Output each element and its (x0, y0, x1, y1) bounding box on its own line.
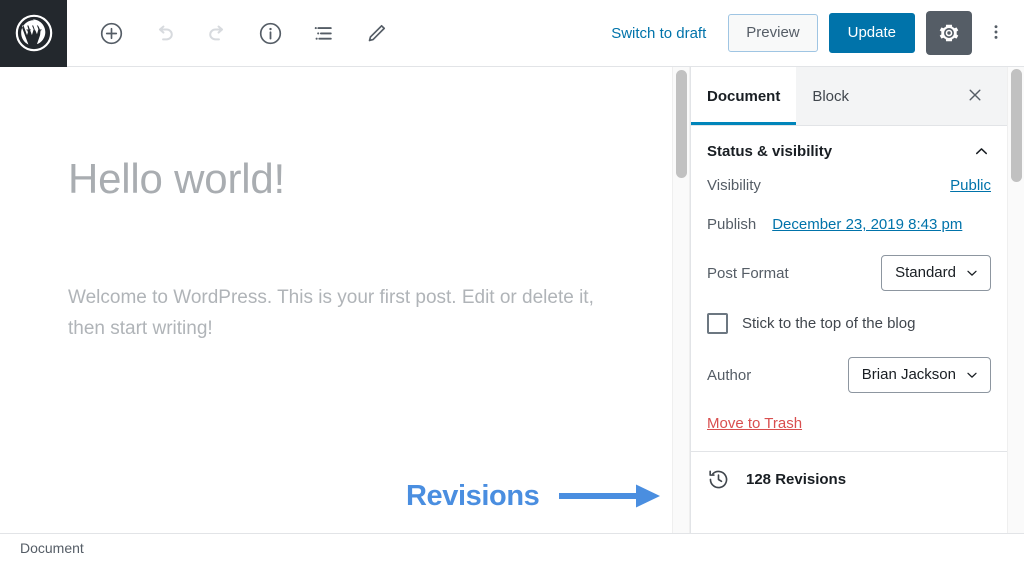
wordpress-block-editor: W Switch to draft Preview Update Hello w… (0, 0, 1024, 561)
post-format-value: Standard (895, 264, 956, 281)
revisions-row[interactable]: 128 Revisions (691, 452, 1007, 507)
editor-scrollbar-thumb[interactable] (676, 70, 687, 178)
header-actions: Switch to draft Preview Update (611, 11, 1024, 55)
redo-button[interactable] (199, 15, 235, 51)
switch-to-draft-button[interactable]: Switch to draft (611, 25, 706, 42)
sticky-post-label: Stick to the top of the blog (742, 315, 916, 332)
page-scrollbar[interactable] (1007, 67, 1024, 533)
panel-title: Status & visibility (707, 143, 833, 160)
close-sidebar-button[interactable] (955, 74, 995, 118)
author-select[interactable]: Brian Jackson (847, 357, 991, 393)
redo-icon (205, 21, 230, 46)
chevron-down-icon (964, 265, 980, 281)
editor-scrollbar[interactable] (672, 67, 690, 533)
tab-document[interactable]: Document (691, 67, 797, 125)
content-info-button[interactable] (252, 15, 288, 51)
editor-canvas[interactable]: Hello world! Welcome to WordPress. This … (0, 67, 672, 533)
visibility-label: Visibility (707, 177, 761, 194)
ellipsis-vertical-icon (986, 22, 1006, 45)
chevron-up-icon[interactable] (972, 142, 991, 161)
plus-circle-icon (99, 21, 124, 46)
tab-block[interactable]: Block (796, 67, 865, 125)
breadcrumb[interactable]: Document (20, 540, 84, 556)
update-button[interactable]: Update (828, 13, 915, 53)
more-menu-button[interactable] (978, 13, 1014, 53)
chevron-down-icon (964, 367, 980, 383)
settings-sidebar: Document Block Status & visibility Visib… (690, 67, 1007, 533)
info-circle-icon (258, 21, 283, 46)
editor-header: W Switch to draft Preview Update (0, 0, 1024, 67)
move-to-trash-button[interactable]: Move to Trash (707, 415, 802, 432)
post-format-row: Post Format Standard (707, 255, 991, 291)
undo-button[interactable] (146, 15, 182, 51)
wordpress-logo-icon[interactable]: W (0, 0, 67, 67)
gear-icon (938, 22, 960, 44)
header-toolbar (93, 15, 394, 51)
sticky-post-row[interactable]: Stick to the top of the blog (707, 313, 991, 334)
undo-icon (152, 21, 177, 46)
author-row: Author Brian Jackson (707, 357, 991, 393)
close-icon (966, 86, 984, 107)
post-paragraph-block[interactable]: Welcome to WordPress. This is your first… (68, 283, 598, 345)
list-view-icon (311, 21, 336, 46)
post-title[interactable]: Hello world! (68, 155, 285, 203)
publish-row: Publish December 23, 2019 8:43 pm (707, 216, 991, 233)
page-scrollbar-thumb[interactable] (1011, 69, 1022, 182)
visibility-row: Visibility Public (707, 177, 991, 194)
block-navigation-button[interactable] (305, 15, 341, 51)
post-format-select[interactable]: Standard (881, 255, 991, 291)
publish-date-button[interactable]: December 23, 2019 8:43 pm (772, 216, 962, 233)
svg-text:W: W (26, 27, 42, 44)
add-block-button[interactable] (93, 15, 129, 51)
revisions-label: 128 Revisions (746, 471, 847, 488)
edit-mode-button[interactable] (358, 15, 394, 51)
sidebar-tab-bar: Document Block (691, 67, 1007, 126)
post-format-label: Post Format (707, 264, 789, 282)
sticky-post-checkbox[interactable] (707, 313, 728, 334)
preview-button[interactable]: Preview (728, 14, 818, 52)
visibility-value-button[interactable]: Public (950, 177, 991, 194)
pencil-icon (364, 21, 389, 46)
publish-label: Publish (707, 216, 757, 233)
author-value: Brian Jackson (861, 366, 956, 383)
status-visibility-panel: Status & visibility Visibility Public Pu… (691, 126, 1007, 452)
history-clock-icon (707, 468, 730, 491)
status-visibility-panel-header[interactable]: Status & visibility (707, 126, 991, 177)
editor-bottom-bar: Document (0, 533, 1024, 561)
author-label: Author (707, 366, 752, 384)
settings-toggle-button[interactable] (926, 11, 972, 55)
